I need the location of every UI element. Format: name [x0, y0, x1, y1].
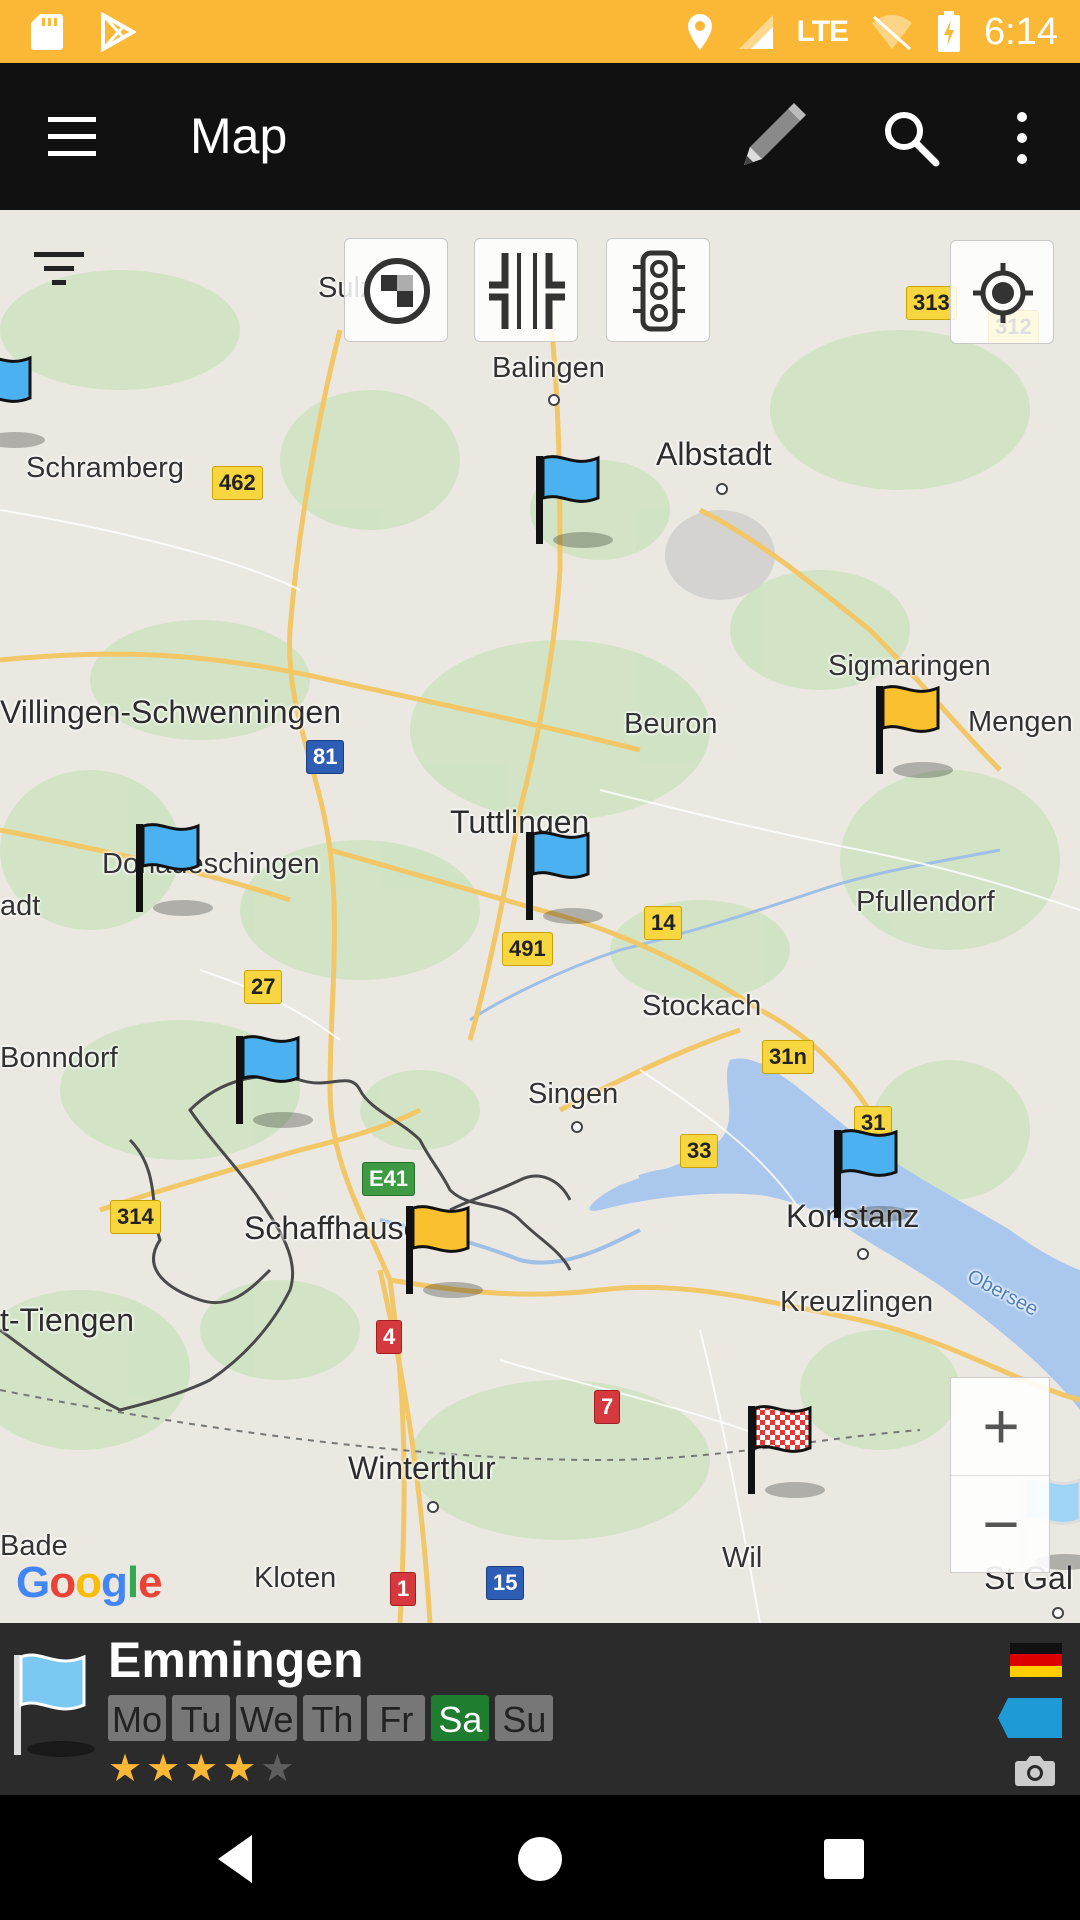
map-view[interactable]: Sulz Balingen Albstadt Schramberg Sigmar…	[0, 210, 1080, 1623]
filter-icon[interactable]	[30, 248, 88, 288]
poi-marker-blue-flag[interactable]	[228, 1030, 318, 1130]
day-tu: Tu	[172, 1695, 231, 1741]
road-shield: 4	[376, 1320, 403, 1354]
clock: 6:14	[984, 10, 1058, 53]
poi-marker-blue-flag[interactable]	[528, 450, 618, 550]
my-location-icon	[973, 263, 1033, 323]
road-shield: 27	[244, 970, 283, 1004]
back-icon[interactable]	[208, 1829, 268, 1889]
place-wil: Wil	[722, 1542, 763, 1574]
zoom-in-button[interactable]: +	[951, 1378, 1051, 1476]
toll-road-icon	[489, 253, 565, 329]
place-kloten: Kloten	[254, 1562, 337, 1594]
my-location-button[interactable]	[950, 240, 1054, 344]
place-pfullendorf: Pfullendorf	[856, 886, 995, 918]
wifi-off-icon	[872, 15, 913, 51]
star-icon: ★	[146, 1748, 181, 1790]
sd-card-icon	[31, 14, 63, 50]
recents-icon[interactable]	[814, 1829, 874, 1889]
place-bonndorf: Bonndorf	[0, 1042, 118, 1074]
category-tag-icon	[998, 1698, 1062, 1738]
day-sa: Sa	[431, 1695, 490, 1741]
google-attribution: Google	[16, 1558, 163, 1607]
status-left	[30, 12, 136, 52]
camera-icon[interactable]	[1014, 1753, 1056, 1787]
germany-flag-icon	[1010, 1643, 1062, 1677]
pencil-icon[interactable]	[730, 95, 814, 179]
star-icon: ★	[184, 1748, 219, 1790]
road-shield: 15	[486, 1566, 525, 1600]
poi-blue-flag-icon	[14, 1653, 95, 1757]
day-su: Su	[495, 1695, 554, 1741]
road-shield: 314	[110, 1200, 161, 1234]
poi-marker-yellow-flag[interactable]	[398, 1200, 488, 1300]
system-nav-bar	[0, 1795, 1080, 1920]
poi-marker-blue-flag[interactable]	[518, 826, 608, 926]
place-albstadt: Albstadt	[656, 436, 772, 472]
home-icon[interactable]	[510, 1829, 570, 1889]
signal-icon	[738, 15, 773, 49]
status-right: LTE 6:14	[685, 6, 1058, 58]
status-bar: LTE 6:14	[0, 0, 1080, 63]
place-stockach: Stockach	[642, 990, 762, 1022]
rating-stars: ★ ★ ★ ★ ★	[108, 1749, 294, 1789]
place-villingen: Villingen-Schwenningen	[0, 694, 341, 730]
no-crossing-toggle[interactable]	[344, 238, 448, 342]
poi-info-panel[interactable]: Emmingen Mo Tu We Th Fr Sa Su ★ ★ ★ ★ ★	[0, 1623, 1080, 1795]
road-shield: 1	[390, 1572, 417, 1606]
poi-marker-blue-flag[interactable]	[826, 1124, 916, 1224]
play-store-icon	[101, 12, 136, 52]
road-shield: 491	[502, 932, 553, 966]
place-adt: adt	[0, 890, 41, 922]
place-sigmaringen: Sigmaringen	[828, 650, 991, 682]
search-icon[interactable]	[880, 107, 942, 169]
poi-name: Emmingen	[108, 1632, 364, 1688]
zoom-controls: + −	[950, 1377, 1051, 1574]
poi-marker-blue-flag[interactable]	[128, 818, 218, 918]
day-th: Th	[303, 1695, 362, 1741]
day-fr: Fr	[367, 1695, 426, 1741]
place-singen: Singen	[528, 1078, 619, 1110]
star-icon: ★	[108, 1748, 143, 1790]
battery-charging-icon	[938, 11, 961, 52]
place-beuron: Beuron	[624, 708, 718, 740]
opening-days: Mo Tu We Th Fr Sa Su	[108, 1695, 554, 1741]
no-crossing-icon	[364, 258, 430, 324]
road-shield: E41	[362, 1162, 416, 1196]
poi-marker-checkered-flag[interactable]	[740, 1400, 830, 1500]
place-winterthur: Winterthur	[348, 1450, 496, 1486]
traffic-toggle[interactable]	[606, 238, 710, 342]
place-schramberg: Schramberg	[26, 452, 184, 484]
toll-road-toggle[interactable]	[474, 238, 578, 342]
road-shield: 7	[594, 1390, 621, 1424]
overflow-menu-icon[interactable]	[1000, 107, 1044, 169]
road-shield: 81	[306, 740, 345, 774]
place-tiengen: t-Tiengen	[0, 1302, 134, 1338]
place-mengen: Mengen	[968, 706, 1073, 738]
poi-marker-blue-flag[interactable]	[0, 350, 50, 450]
star-icon: ★	[222, 1748, 257, 1790]
page-title: Map	[190, 108, 288, 164]
road-shield: 33	[680, 1134, 719, 1168]
road-shield: 31n	[762, 1040, 814, 1074]
day-we: We	[236, 1695, 298, 1741]
traffic-light-icon	[633, 250, 685, 332]
road-shield: 14	[644, 906, 683, 940]
zoom-out-button[interactable]: −	[951, 1476, 1051, 1574]
network-type: LTE	[796, 15, 849, 48]
place-kreuzlingen: Kreuzlingen	[780, 1286, 934, 1318]
road-shield: 462	[212, 466, 263, 500]
location-icon	[687, 14, 712, 50]
place-balingen: Balingen	[492, 352, 605, 384]
day-mo: Mo	[108, 1695, 167, 1741]
poi-marker-yellow-flag[interactable]	[868, 680, 958, 780]
app-root: LTE 6:14 Map Balingen Albstadt Schramber…	[0, 0, 1080, 1920]
menu-icon[interactable]	[42, 109, 102, 165]
app-bar: Map	[0, 63, 1080, 210]
star-icon: ★	[260, 1748, 295, 1790]
